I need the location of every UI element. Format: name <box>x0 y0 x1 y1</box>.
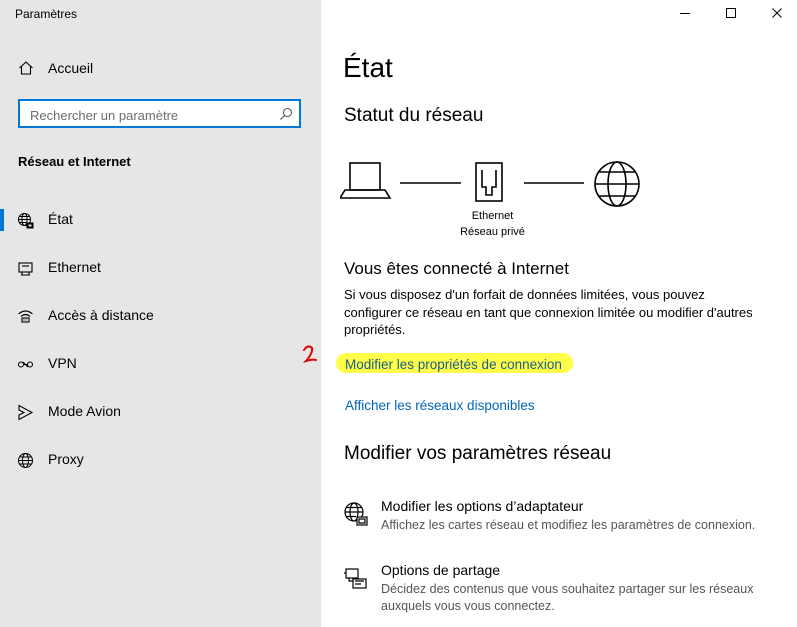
option-description: Affichez les cartes réseau et modifiez l… <box>381 518 756 532</box>
globe-internet-icon <box>594 161 640 207</box>
sharing-icon <box>344 568 367 589</box>
section-title: Réseau et Internet <box>18 154 131 169</box>
sidebar-item-proxy[interactable]: Proxy <box>0 440 321 480</box>
option-title: Modifier les options d’adaptateur <box>381 498 584 514</box>
search-input[interactable] <box>28 105 272 125</box>
option-title: Options de partage <box>381 562 501 578</box>
connected-description: Si vous disposez d'un forfait de données… <box>344 287 753 337</box>
window-title: Paramètres <box>15 7 78 21</box>
ethernet-port-icon <box>475 162 503 202</box>
search-box[interactable] <box>18 99 301 128</box>
network-profile-label: Réseau privé <box>460 226 525 238</box>
search-icon[interactable] <box>279 107 293 121</box>
ethernet-icon <box>18 262 33 276</box>
home-nav-item[interactable]: Accueil <box>18 60 93 76</box>
sidebar-item-mode-avion[interactable]: Mode Avion <box>0 392 321 432</box>
sidebar-item-label: Accès à distance <box>48 307 154 323</box>
vpn-icon <box>17 361 34 368</box>
maximize-button[interactable] <box>708 0 754 26</box>
minimize-icon <box>680 13 690 14</box>
globe-icon <box>18 453 33 468</box>
change-settings-heading: Modifier vos paramètres réseau <box>344 443 612 464</box>
sidebar-item-label: État <box>48 211 73 227</box>
sidebar-item-etat[interactable]: État <box>0 200 321 240</box>
maximize-icon <box>726 8 736 18</box>
sidebar: Paramètres Accueil Réseau et Internet Ét… <box>0 0 321 627</box>
connected-heading: Vous êtes connecté à Internet <box>344 259 569 278</box>
minimize-button[interactable] <box>662 0 708 26</box>
sidebar-item-label: VPN <box>48 355 77 371</box>
airplane-icon <box>18 404 34 421</box>
adapter-icon <box>344 502 368 526</box>
adapter-name-label: Ethernet <box>471 210 514 222</box>
sidebar-item-label: Proxy <box>48 451 84 467</box>
active-indicator <box>0 209 4 231</box>
sidebar-item-ethernet[interactable]: Ethernet <box>0 248 321 288</box>
option-description: Décidez des contenus que vous souhaitez … <box>381 582 754 613</box>
laptop-icon <box>340 162 392 199</box>
modify-connection-properties-link[interactable]: Modifier les propriétés de connexion <box>345 357 562 372</box>
home-label: Accueil <box>48 60 94 76</box>
show-available-networks-link[interactable]: Afficher les réseaux disponibles <box>345 398 535 413</box>
close-icon <box>772 8 782 18</box>
sidebar-item-label: Mode Avion <box>48 403 121 419</box>
close-button[interactable] <box>754 0 797 26</box>
home-icon <box>19 61 33 75</box>
sidebar-item-vpn[interactable]: VPN <box>0 344 321 384</box>
handwritten-annotation <box>302 345 317 364</box>
globe-network-icon <box>18 213 34 229</box>
page-title: État <box>343 52 393 83</box>
network-status-heading: Statut du réseau <box>344 105 484 126</box>
sidebar-item-label: Ethernet <box>48 259 101 275</box>
dialup-icon <box>18 310 33 323</box>
sidebar-item-acces-distance[interactable]: Accès à distance <box>0 296 321 336</box>
